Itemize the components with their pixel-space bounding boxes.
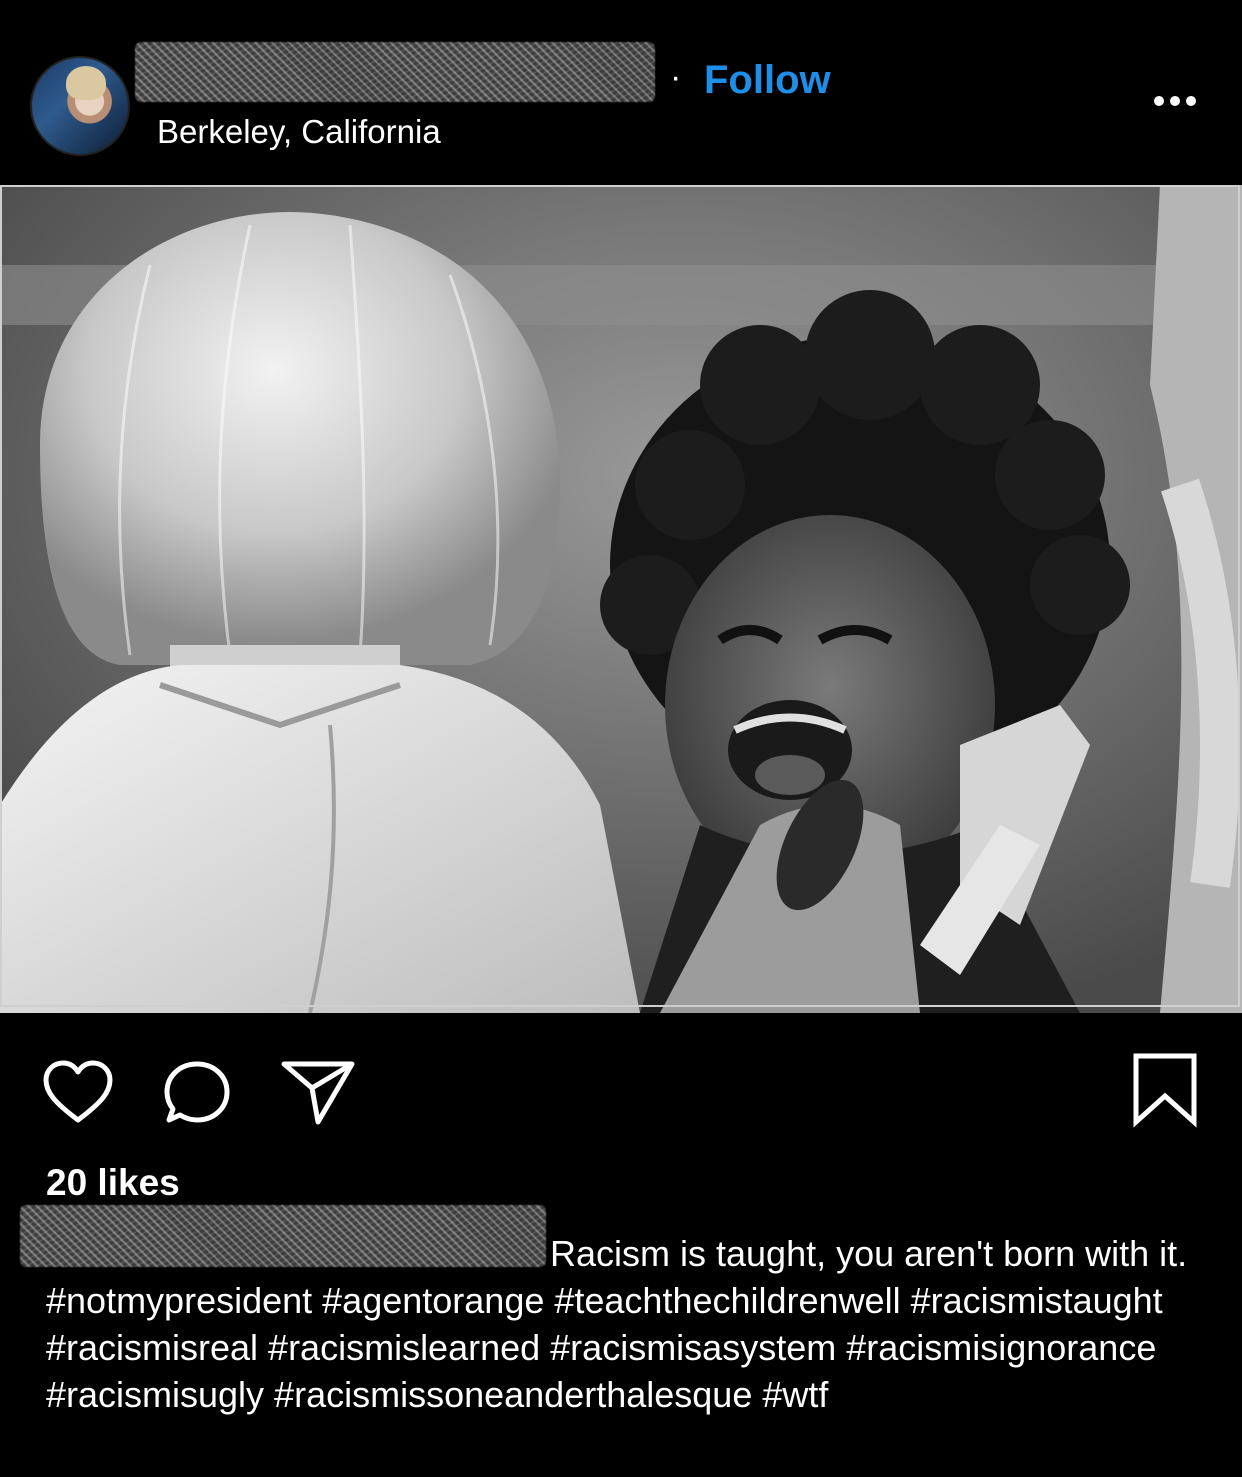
action-bar [0,1030,1242,1150]
paper-plane-icon[interactable] [280,1058,356,1126]
location-label[interactable]: Berkeley, California [157,113,441,151]
likes-count[interactable]: 20 likes [46,1162,180,1204]
post-header: · Follow Berkeley, California [0,0,1242,185]
username-redacted[interactable] [135,42,655,102]
heart-icon[interactable] [42,1060,114,1124]
more-icon[interactable] [1150,86,1200,116]
bookmark-icon[interactable] [1130,1052,1200,1128]
separator-dot: · [670,58,682,96]
post-photo[interactable] [0,185,1242,1013]
avatar[interactable] [30,56,130,156]
photo-border [0,185,1240,1007]
follow-button[interactable]: Follow [704,58,831,103]
post-caption: Racism is taught, you aren't born with i… [46,1233,1188,1415]
comment-icon[interactable] [163,1060,235,1124]
